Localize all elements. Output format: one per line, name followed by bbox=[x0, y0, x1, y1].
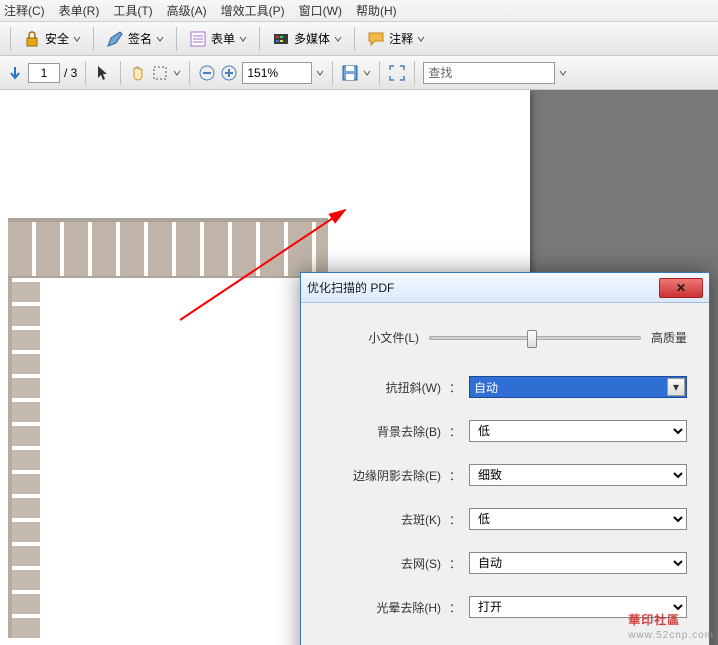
annotate-button[interactable]: 注释 bbox=[363, 28, 429, 50]
multimedia-label: 多媒体 bbox=[294, 30, 330, 47]
bgremove-label: 背景去除(B) bbox=[323, 423, 441, 440]
close-icon: ✕ bbox=[676, 281, 686, 295]
toolbar-main: 安全 签名 表单 多媒体 注释 bbox=[0, 22, 718, 56]
page-number-input[interactable] bbox=[28, 63, 60, 83]
document-viewport: 优化扫描的 PDF ✕ 小文件(L) 高质量 抗扭斜(W)： 自动 ▾ bbox=[0, 90, 718, 645]
despeckle-label: 去斑(K) bbox=[323, 511, 441, 528]
menu-window[interactable]: 窗口(W) bbox=[299, 2, 342, 19]
menu-advanced[interactable]: 高级(A) bbox=[167, 2, 207, 19]
chevron-down-icon bbox=[316, 69, 324, 77]
speech-bubble-icon bbox=[367, 30, 385, 48]
find-input[interactable]: 查找 bbox=[423, 62, 555, 84]
menu-form[interactable]: 表单(R) bbox=[59, 2, 100, 19]
chevron-down-icon: ▾ bbox=[667, 378, 685, 396]
menu-tools[interactable]: 工具(T) bbox=[113, 2, 152, 19]
dialog-titlebar[interactable]: 优化扫描的 PDF ✕ bbox=[301, 273, 709, 303]
slider-left-label: 小文件(L) bbox=[323, 329, 419, 346]
form-button[interactable]: 表单 bbox=[185, 28, 251, 50]
zoom-level-select[interactable] bbox=[242, 62, 312, 84]
document-side-decoration bbox=[8, 278, 40, 638]
film-icon bbox=[272, 30, 290, 48]
arrow-down-icon[interactable] bbox=[6, 64, 24, 82]
chevron-down-icon bbox=[417, 35, 425, 43]
deskew-select[interactable]: 自动 ▾ bbox=[469, 376, 687, 398]
edgeshadow-label: 边缘阴影去除(E) bbox=[323, 467, 441, 484]
edgeshadow-select[interactable]: 细致 bbox=[469, 464, 687, 486]
menu-comment[interactable]: 注释(C) bbox=[4, 2, 45, 19]
menu-plugin[interactable]: 增效工具(P) bbox=[221, 2, 285, 19]
chevron-down-icon bbox=[239, 35, 247, 43]
watermark: 華印社區 www.52cnp.com bbox=[628, 607, 714, 641]
page-total: / 3 bbox=[64, 66, 77, 80]
form-label: 表单 bbox=[211, 30, 235, 47]
lock-icon bbox=[23, 30, 41, 48]
optimize-scanned-pdf-dialog: 优化扫描的 PDF ✕ 小文件(L) 高质量 抗扭斜(W)： 自动 ▾ bbox=[300, 272, 710, 645]
dialog-title: 优化扫描的 PDF bbox=[307, 279, 394, 296]
chevron-down-icon bbox=[559, 69, 567, 77]
hand-tool-icon[interactable] bbox=[129, 64, 147, 82]
slider-right-label: 高质量 bbox=[651, 329, 687, 346]
chevron-down-icon bbox=[334, 35, 342, 43]
security-label: 安全 bbox=[45, 30, 69, 47]
chevron-down-icon bbox=[173, 69, 181, 77]
chevron-down-icon bbox=[363, 69, 371, 77]
close-button[interactable]: ✕ bbox=[659, 278, 703, 298]
chevron-down-icon bbox=[156, 35, 164, 43]
menubar: 注释(C) 表单(R) 工具(T) 高级(A) 增效工具(P) 窗口(W) 帮助… bbox=[0, 0, 718, 22]
sign-button[interactable]: 签名 bbox=[102, 28, 168, 50]
form-icon bbox=[189, 30, 207, 48]
toolbar-navigation: / 3 查找 bbox=[0, 56, 718, 90]
deskew-label: 抗扭斜(W) bbox=[323, 379, 441, 396]
zoom-out-icon[interactable] bbox=[198, 64, 216, 82]
annotate-label: 注释 bbox=[389, 30, 413, 47]
despeckle-select[interactable]: 低 bbox=[469, 508, 687, 530]
select-tool-icon[interactable] bbox=[94, 64, 112, 82]
fullscreen-icon[interactable] bbox=[388, 64, 406, 82]
sign-label: 签名 bbox=[128, 30, 152, 47]
halo-label: 光晕去除(H) bbox=[323, 599, 441, 616]
descreen-label: 去网(S) bbox=[323, 555, 441, 572]
marquee-tool-icon[interactable] bbox=[151, 64, 169, 82]
slider-thumb[interactable] bbox=[527, 330, 537, 348]
menu-help[interactable]: 帮助(H) bbox=[356, 2, 397, 19]
security-button[interactable]: 安全 bbox=[19, 28, 85, 50]
document-border-decoration bbox=[8, 218, 328, 278]
quality-slider[interactable] bbox=[429, 336, 641, 340]
multimedia-button[interactable]: 多媒体 bbox=[268, 28, 346, 50]
descreen-select[interactable]: 自动 bbox=[469, 552, 687, 574]
pen-icon bbox=[106, 30, 124, 48]
chevron-down-icon bbox=[73, 35, 81, 43]
zoom-in-icon[interactable] bbox=[220, 64, 238, 82]
save-icon[interactable] bbox=[341, 64, 359, 82]
bgremove-select[interactable]: 低 bbox=[469, 420, 687, 442]
